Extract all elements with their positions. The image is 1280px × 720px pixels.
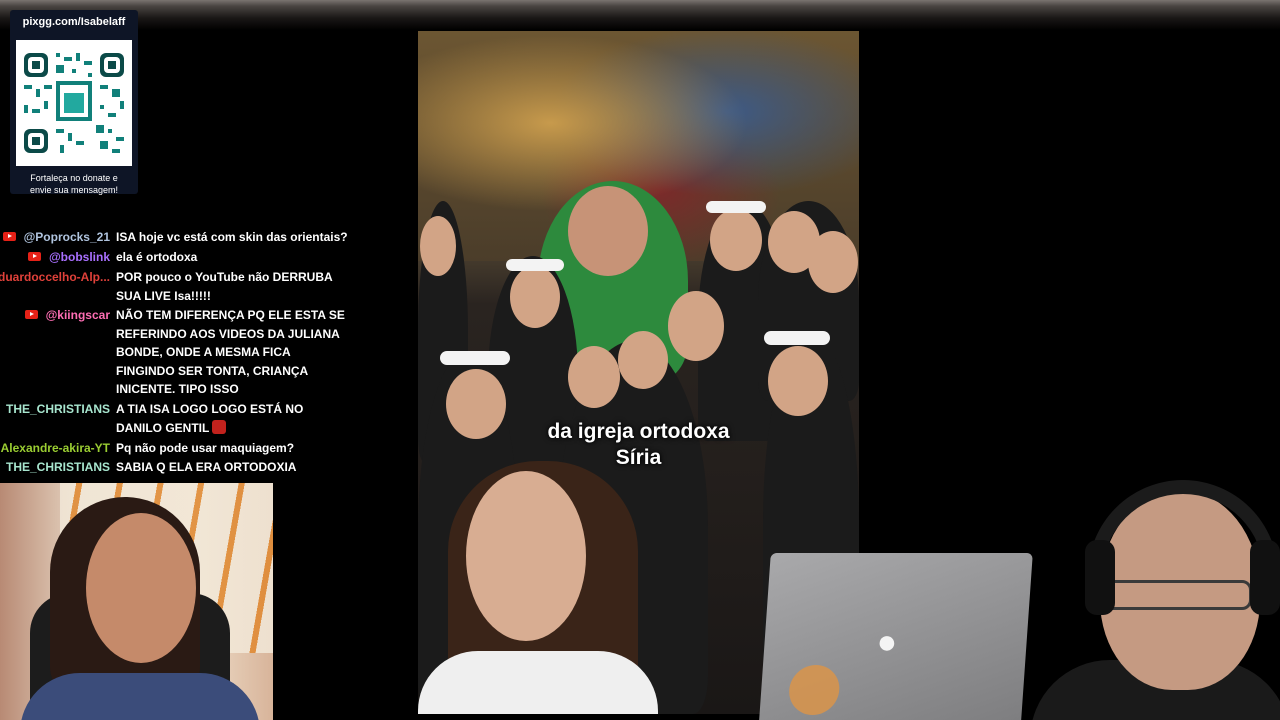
chat-username[interactable]: @Poprocks_21 — [2, 228, 110, 247]
donate-caption-line1: Fortaleça no donate e — [30, 173, 118, 183]
veil-band — [764, 331, 830, 345]
donate-caption: Fortaleça no donate e envie sua mensagem… — [10, 172, 138, 196]
donate-url: pixgg.com/Isabelaff — [22, 16, 126, 28]
chat-text: NÃO TEM DIFERENÇA PQ ELE ESTA SE REFERIN… — [116, 308, 345, 396]
chat-text: Pq não pode usar maquiagem? — [116, 441, 295, 455]
youtube-icon — [2, 232, 16, 241]
veil-band — [706, 201, 766, 213]
veil-band — [506, 259, 564, 271]
priest-face — [568, 186, 648, 276]
qr-code-icon — [20, 49, 128, 157]
chat-username[interactable]: @kiingscar — [24, 306, 110, 325]
laptop: ● — [759, 553, 1033, 720]
chat-username[interactable]: duardoccelho-Alp... — [0, 268, 110, 287]
donate-qr-card[interactable]: pixgg.com/Isabelaff Fortaleça no donate … — [10, 10, 138, 196]
nun-face — [768, 346, 828, 416]
apple-icon: ● — [876, 623, 898, 661]
presenter-face — [466, 471, 586, 641]
chat-text: SABIA Q ELA ERA ORTODOXIA — [116, 460, 297, 474]
chat-username[interactable]: Alexandre-akira-YT — [1, 439, 110, 458]
youtube-icon — [24, 310, 38, 319]
guest-webcam — [1010, 470, 1280, 720]
nun-face — [568, 346, 620, 408]
chat-text: ela é ortodoxa — [116, 250, 198, 264]
nun-face — [618, 331, 668, 389]
background-top-strip — [0, 0, 1280, 30]
video-presenter — [418, 461, 658, 714]
veil-band — [440, 351, 510, 365]
streamer-face — [86, 513, 196, 663]
nun-face — [710, 209, 762, 271]
streamer-shirt — [20, 673, 260, 720]
chat-username[interactable]: THE_CHRISTIANS — [6, 458, 110, 477]
chat-username[interactable]: THE_CHRISTIANS — [6, 400, 110, 419]
laptop-sticker — [787, 665, 842, 715]
devil-emoji-icon — [212, 419, 227, 434]
live-chat: @Poprocks_21 ISA hoje vc está com skin d… — [0, 228, 350, 478]
nun-face — [510, 266, 560, 328]
nun-face — [808, 231, 858, 293]
chat-username[interactable]: @bobslink — [27, 248, 110, 267]
donate-caption-line2: envie sua mensagem! — [29, 185, 119, 195]
streamer-webcam — [0, 483, 273, 720]
video-caption-line1: da igreja ortodoxa — [547, 420, 730, 443]
youtube-icon — [27, 252, 41, 261]
nun-face — [420, 216, 456, 276]
qr-code — [16, 40, 132, 166]
chat-text: POR pouco o YouTube não DERRUBA SUA LIVE… — [116, 270, 333, 303]
chat-text: ISA hoje vc está com skin das orientais? — [116, 230, 348, 244]
nun-face — [668, 291, 724, 361]
chat-text: A TIA ISA LOGO LOGO ESTÁ NO DANILO GENTI… — [116, 402, 304, 435]
